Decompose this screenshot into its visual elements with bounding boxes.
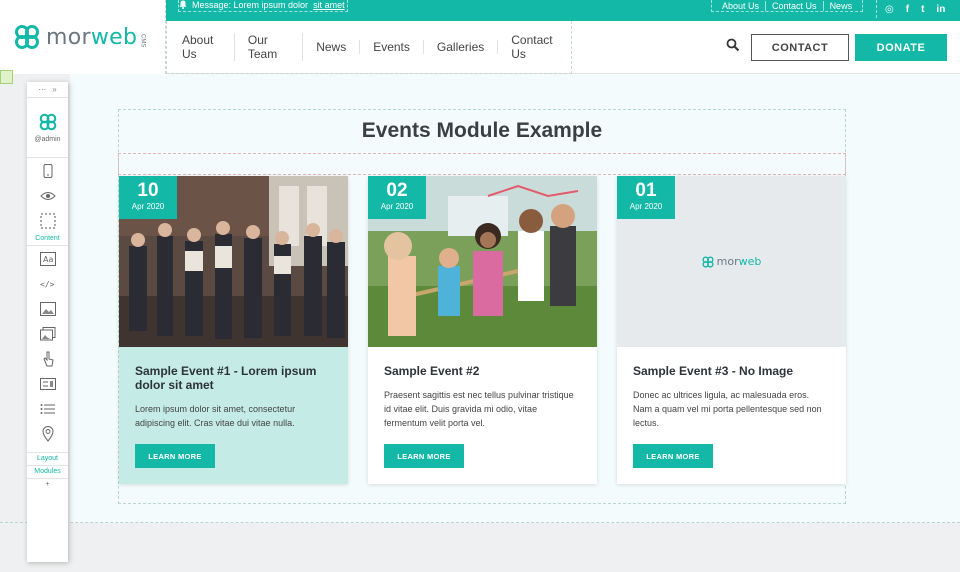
logo-mark-icon [15, 25, 39, 49]
event-day: 01 [635, 180, 657, 201]
event-day: 10 [137, 180, 159, 201]
nav-item-events[interactable]: Events [360, 40, 424, 54]
main-navbar: About Us Our Team News Events Galleries … [166, 21, 960, 74]
event-date-badge: 01 Apr 2020 [617, 176, 675, 219]
logo-mark-icon [39, 113, 56, 130]
select-frame-icon[interactable] [27, 208, 68, 233]
editor-sidebar: ⋯ » @admin Content Aa </> Layout Modules… [27, 82, 68, 562]
learn-more-button[interactable]: LEARN MORE [633, 444, 713, 468]
event-description: Donec ac ultrices ligula, ac malesuada e… [633, 390, 822, 428]
search-icon[interactable] [726, 38, 740, 52]
bell-icon [179, 0, 187, 9]
toplink-news[interactable]: News [824, 1, 859, 11]
event-title[interactable]: Sample Event #3 - No Image [633, 364, 830, 378]
event-description: Lorem ipsum dolor sit amet, consectetur … [135, 404, 296, 428]
logo-mark-icon [702, 255, 714, 268]
drag-handle-icon[interactable]: ⋯ [38, 85, 46, 94]
nav-menu: About Us Our Team News Events Galleries … [166, 21, 572, 74]
footer-band [0, 523, 960, 572]
event-card[interactable]: 10 Apr 2020 Sample Event #1 - Lorem ipsu… [119, 176, 348, 484]
add-icon[interactable]: + [27, 479, 68, 491]
event-date-badge: 10 Apr 2020 [119, 176, 177, 219]
event-day: 02 [386, 180, 408, 201]
event-title[interactable]: Sample Event #1 - Lorem ipsum dolor sit … [135, 364, 332, 392]
module-title-box: Events Module Example [118, 109, 846, 154]
eye-icon[interactable] [27, 183, 68, 208]
editor-toggle-tab[interactable] [0, 70, 13, 84]
nav-item-our-team[interactable]: Our Team [235, 33, 304, 61]
message-link[interactable]: sit amet [313, 0, 345, 10]
svg-text:Aa: Aa [43, 255, 53, 264]
instagram-icon[interactable]: ◎ [885, 4, 894, 15]
social-links: ◎ f t in [876, 0, 945, 18]
nav-item-contact-us[interactable]: Contact Us [498, 33, 571, 61]
mobile-icon[interactable] [27, 158, 68, 183]
logo-wordmark: morweb [46, 24, 138, 50]
admin-username: @admin [34, 135, 61, 143]
facebook-icon[interactable]: f [906, 4, 909, 15]
nav-item-galleries[interactable]: Galleries [424, 40, 499, 54]
event-card[interactable]: 02 Apr 2020 Sample Event #2 Praesent sag… [368, 176, 597, 484]
announcement-message: Message: Lorem ipsum dolor sit amet [178, 0, 348, 12]
message-text: Message: Lorem ipsum dolor [192, 0, 309, 10]
text-icon[interactable]: Aa [27, 246, 68, 271]
sidebar-header: ⋯ » [27, 82, 68, 98]
layout-section-label[interactable]: Layout [27, 453, 68, 465]
event-date-badge: 02 Apr 2020 [368, 176, 426, 219]
toplink-contact-us[interactable]: Contact Us [766, 0, 824, 11]
logo-suffix: CMS [139, 34, 146, 48]
event-card-body: Sample Event #3 - No Image Donec ac ultr… [617, 347, 846, 484]
button-icon[interactable] [27, 346, 68, 371]
nav-item-about-us[interactable]: About Us [169, 33, 235, 61]
learn-more-button[interactable]: LEARN MORE [384, 444, 464, 468]
gallery-icon[interactable] [27, 321, 68, 346]
event-title[interactable]: Sample Event #2 [384, 364, 581, 378]
top-bar: Message: Lorem ipsum dolor sit amet Abou… [166, 0, 960, 21]
twitter-icon[interactable]: t [921, 4, 924, 15]
page-title: Events Module Example [361, 119, 603, 142]
event-month: Apr 2020 [380, 202, 414, 211]
event-month: Apr 2020 [629, 202, 663, 211]
image-icon[interactable] [27, 296, 68, 321]
placeholder-wordmark: morweb [716, 255, 762, 268]
svg-text:</>: </> [40, 280, 55, 289]
learn-more-button[interactable]: LEARN MORE [135, 444, 215, 468]
event-description: Praesent sagittis est nec tellus pulvina… [384, 390, 574, 428]
expand-icon[interactable]: » [52, 85, 56, 94]
event-card[interactable]: morweb 01 Apr 2020 Sample Event #3 - No … [617, 176, 846, 484]
sidebar-logo: @admin [27, 98, 68, 158]
event-month: Apr 2020 [131, 202, 165, 211]
map-pin-icon[interactable] [27, 421, 68, 446]
code-icon[interactable]: </> [27, 271, 68, 296]
form-icon[interactable] [27, 371, 68, 396]
site-logo[interactable]: morweb CMS [0, 0, 166, 74]
donate-button[interactable]: DONATE [855, 34, 947, 61]
list-icon[interactable] [27, 396, 68, 421]
linkedin-icon[interactable]: in [936, 4, 945, 15]
event-card-body: Sample Event #1 - Lorem ipsum dolor sit … [119, 347, 348, 484]
content-section-label: Content [35, 235, 60, 242]
toplink-about-us[interactable]: About Us [716, 0, 767, 11]
nav-item-news[interactable]: News [303, 40, 361, 54]
contact-button[interactable]: CONTACT [751, 34, 849, 61]
modules-section-label[interactable]: Modules [27, 466, 68, 478]
event-card-body: Sample Event #2 Praesent sagittis est ne… [368, 347, 597, 484]
top-links: About Us Contact Us News [711, 0, 864, 12]
spacer-row [118, 153, 846, 175]
